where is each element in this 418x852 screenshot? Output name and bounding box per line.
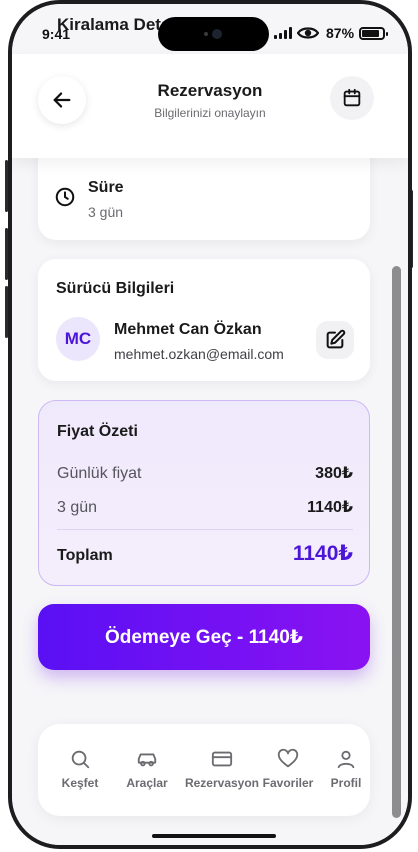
scrollbar[interactable]: [392, 266, 401, 818]
price-total-row: Toplam 1140₺: [57, 541, 353, 566]
proceed-to-payment-button[interactable]: Ödemeye Geç - 1140₺: [38, 604, 370, 670]
signal-icon: [274, 27, 292, 39]
car-icon: [137, 753, 157, 767]
battery-percent: 87%: [326, 25, 355, 41]
clock-icon: [55, 187, 75, 207]
tab-label: Favoriler: [262, 776, 314, 790]
price-row: 3 gün 1140₺: [57, 497, 353, 517]
duration-label: Süre: [88, 179, 124, 196]
price-row-value: 380₺: [315, 465, 353, 482]
battery-icon: [359, 26, 389, 40]
driver-name: Mehmet Can Özkan: [114, 321, 262, 338]
price-row-value: 1140₺: [307, 499, 353, 516]
price-row: Günlük fiyat 380₺: [57, 463, 353, 483]
price-section-title: Fiyat Özeti: [57, 423, 138, 440]
tab-label: Profil: [330, 776, 362, 790]
island-sensor: [204, 32, 208, 36]
search-icon: [71, 750, 90, 769]
island-camera: [212, 29, 222, 39]
calendar-icon: [343, 88, 361, 107]
tab-araclar[interactable]: Araçlar: [109, 748, 185, 798]
total-label: Toplam: [57, 547, 113, 564]
eye-icon: [297, 27, 319, 39]
tab-label: Keşfet: [61, 776, 99, 790]
phone-mockup: Kiralama Deta 9:41 87% Rezervasyon Bilgi…: [0, 0, 418, 852]
bottom-tab-bar: Keşfet Araçlar Rezervasyon Favoriler Pro…: [38, 724, 370, 816]
price-row-label: 3 gün: [57, 499, 98, 516]
credit-card-icon: [211, 751, 233, 767]
tab-profil[interactable]: Profil: [308, 748, 384, 798]
driver-section-title: Sürücü Bilgileri: [56, 280, 175, 297]
home-indicator: [152, 834, 276, 838]
driver-email: mehmet.ozkan@email.com: [114, 346, 284, 362]
duration-value: 3 gün: [88, 204, 124, 220]
tab-rezervasyon[interactable]: Rezervasyon: [184, 748, 260, 798]
phone-frame: Kiralama Deta 9:41 87% Rezervasyon Bilgi…: [8, 0, 412, 849]
calendar-button[interactable]: [330, 76, 374, 120]
status-bar: 9:41 87%: [12, 4, 408, 51]
price-divider: [57, 529, 353, 530]
price-row-label: Günlük fiyat: [57, 465, 142, 482]
edit-icon: [326, 329, 346, 349]
status-time: 9:41: [42, 26, 71, 42]
driver-info-card: Sürücü Bilgileri MC Mehmet Can Özkan meh…: [38, 259, 370, 381]
price-summary-card: Fiyat Özeti Günlük fiyat 380₺ 3 gün 1140…: [38, 400, 370, 586]
dynamic-island: [158, 17, 269, 51]
tab-kesfet[interactable]: Keşfet: [42, 748, 118, 798]
header: Rezervasyon Bilgilerinizi onaylayın: [12, 54, 408, 158]
heart-icon: [277, 748, 299, 768]
total-value: 1140₺: [292, 542, 353, 565]
screen: Kiralama Deta 9:41 87% Rezervasyon Bilgi…: [12, 4, 408, 845]
tab-label: Rezervasyon: [184, 776, 260, 790]
tab-label: Araçlar: [126, 776, 168, 790]
status-indicators: 87%: [274, 24, 389, 42]
avatar: MC: [56, 317, 100, 361]
user-icon: [337, 750, 355, 769]
edit-driver-button[interactable]: [316, 321, 354, 359]
